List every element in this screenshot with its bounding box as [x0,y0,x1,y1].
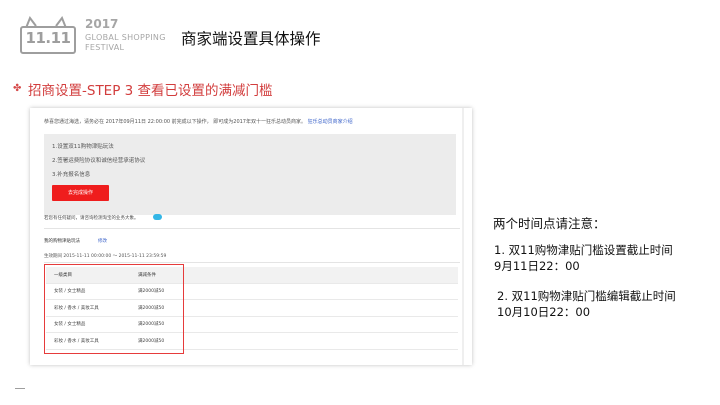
faq-text: 若您有任何疑问，请咨询检测淘宝的业务大象。 [44,216,139,221]
brand-line-2: FESTIVAL [85,43,125,52]
highlight-box [44,264,184,354]
note-item-2-label: 2. 双11购物津贴门槛编辑截止时间 [497,289,676,303]
edit-link[interactable]: 修改 [98,238,107,244]
chat-bubble-icon[interactable] [153,214,162,220]
page-title: 商家端设置具体操作 [181,30,321,48]
divider [44,262,460,263]
brand-line-1: GLOBAL SHOPPING [85,33,166,42]
section-title: 招商设置-STEP 3 查看已设置的满减门槛 [28,83,273,99]
step-item-3: 3.补充报名信息 [52,172,91,178]
go-complete-button[interactable]: 去完成操作 [52,185,109,201]
step-item-2: 2.签署运费险协议和诚信经营承诺协议 [52,158,146,164]
steps-panel: 1.设置双11购物津贴玩法 2.签署运费险协议和诚信经营承诺协议 3.补充报名信… [44,134,456,215]
note-item-2: 2. 双11购物津贴门槛编辑截止时间 10月10日22：00 [497,288,676,320]
brand-year: 2017 [85,17,119,31]
footer-mark [15,388,25,389]
note-item-1: 1. 双11购物津贴门槛设置截止时间 9月11日22：00 [494,242,673,274]
divider [44,228,460,229]
note-item-1-time: 9月11日22：00 [494,259,580,273]
embedded-screenshot: 恭喜您通过海选，请务必在 2017年09月11日 22:00:00 前完成以下操… [30,108,472,365]
notice-link[interactable]: 狂乐总动员商家介绍 [308,119,353,125]
note-item-2-time: 10月10日22：00 [497,305,591,319]
note-item-1-label: 1. 双11购物津贴门槛设置截止时间 [494,243,673,257]
step-item-1: 1.设置双11购物津贴玩法 [52,144,114,150]
subsection-title: 我的购物津贴玩法 [44,239,80,244]
scrollbar[interactable] [462,108,464,365]
notes-title: 两个时间点请注意： [493,216,606,231]
notice-prefix: 恭喜您通过海选，请务必在 2017年09月11日 22:00:00 前完成以下操… [44,119,306,125]
notice-text: 恭喜您通过海选，请务必在 2017年09月11日 22:00:00 前完成以下操… [44,118,353,125]
star-bullet-icon: ✤ [13,83,22,94]
logo-text: 11.11 [25,29,71,47]
effective-time: 生效期间 2015-11-11 00:00:00 ～ 2015-11-11 23… [44,254,167,259]
